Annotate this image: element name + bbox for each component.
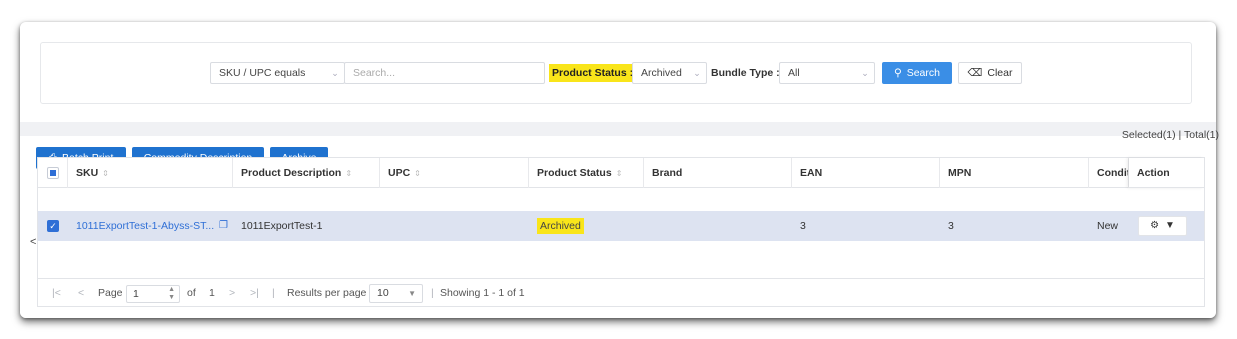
pagination-bar: |< < Page 1 ▲ ▼ of 1 > >| | Results per p… [38, 278, 1204, 307]
selection-summary: Selected(1) | Total(1) [1121, 129, 1219, 141]
column-label-ean: EAN [800, 167, 823, 179]
brand-cell [644, 211, 792, 241]
last-page-icon[interactable]: >| [250, 279, 259, 308]
column-header-brand[interactable]: Brand [644, 158, 792, 188]
column-header-upc[interactable]: UPC ⇕ [380, 158, 529, 188]
column-header-ean[interactable]: EAN [792, 158, 940, 188]
product-status-value: Archived [641, 67, 682, 79]
scroll-left-icon[interactable]: < [30, 236, 36, 248]
total-pages: 1 [209, 287, 215, 299]
table-row[interactable]: ✓ 1011ExportTest-1-Abyss-ST... ❐ 1011Exp… [38, 211, 1204, 241]
action-menu-button[interactable]: ⚙ ▼ [1138, 216, 1187, 236]
sku-filter-select[interactable]: SKU / UPC equals ⌄ [210, 62, 345, 84]
filter-panel: SKU / UPC equals ⌄ Search... Product Sta… [20, 22, 1216, 122]
action-cell: ⚙ ▼ [1129, 211, 1204, 241]
divider: | [431, 287, 434, 299]
page-label: Page [98, 287, 123, 299]
column-label-upc: UPC [388, 167, 411, 179]
chevron-down-icon: ⌄ [861, 67, 869, 78]
upc-cell [380, 211, 529, 241]
column-header-product-status[interactable]: Product Status ⇕ [529, 158, 644, 188]
chevron-down-icon: ⌄ [331, 67, 339, 78]
caret-down-icon: ▼ [408, 289, 416, 298]
product-status-label: Product Status : [549, 64, 637, 82]
row-select-cell: ✓ [38, 211, 68, 241]
results-per-page-value: 10 [377, 287, 389, 299]
bundle-type-label: Bundle Type : [711, 67, 780, 79]
status-badge: Archived [537, 218, 584, 234]
column-label-product-status: Product Status [537, 167, 612, 179]
stepper-icon[interactable]: ▲ ▼ [168, 286, 175, 302]
indeterminate-icon [50, 170, 56, 176]
results-per-page-label: Results per page [287, 287, 367, 299]
sort-icon: ⇕ [615, 169, 623, 178]
bundle-type-value: All [788, 67, 800, 79]
column-header-condition[interactable]: Condition [1089, 158, 1129, 188]
page-number-value: 1 [133, 288, 139, 300]
column-label-product-description: Product Description [241, 167, 342, 179]
showing-summary: Showing 1 - 1 of 1 [440, 287, 525, 299]
product-status-select[interactable]: Archived ⌄ [632, 62, 707, 84]
clear-button-label: Clear [987, 67, 1013, 79]
bundle-type-select[interactable]: All ⌄ [779, 62, 875, 84]
sku-filter-select-value: SKU / UPC equals [219, 67, 306, 79]
product-description-cell: 1011ExportTest-1 [241, 220, 323, 232]
search-icon: ⚲ [894, 67, 902, 79]
header-select-cell [38, 158, 68, 188]
product-status-cell: Archived [529, 211, 644, 241]
sort-icon: ⇕ [102, 169, 109, 178]
search-placeholder: Search... [353, 67, 396, 79]
select-all-checkbox[interactable] [47, 167, 59, 179]
first-page-icon[interactable]: |< [52, 279, 61, 308]
search-button[interactable]: ⚲ Search [882, 62, 952, 84]
column-label-sku: SKU [76, 167, 99, 179]
copy-icon[interactable]: ❐ [219, 211, 228, 241]
sort-icon: ⇕ [345, 169, 353, 178]
search-input[interactable]: Search... [344, 62, 545, 84]
column-header-sku[interactable]: SKU ⇕ [68, 158, 233, 188]
divider: | [272, 287, 275, 299]
column-label-brand: Brand [652, 167, 683, 179]
column-header-mpn[interactable]: MPN [940, 158, 1089, 188]
column-header-action: Action [1129, 158, 1204, 188]
product-table: SKU ⇕ Product Description ⇕ UPC ⇕ Product S… [37, 157, 1205, 307]
clear-button[interactable]: ⌫ Clear [958, 62, 1022, 84]
sku-link[interactable]: 1011ExportTest-1-Abyss-ST... ❐ [68, 211, 233, 241]
table-header: SKU ⇕ Product Description ⇕ UPC ⇕ Product S… [38, 158, 1204, 188]
of-label: of [187, 287, 196, 299]
mpn-cell: 3 [948, 220, 954, 232]
ean-cell: 3 [800, 220, 806, 232]
column-label-mpn: MPN [948, 167, 972, 179]
row-checkbox[interactable]: ✓ [47, 220, 59, 232]
next-page-icon[interactable]: > [229, 279, 235, 308]
page-number-input[interactable]: 1 ▲ ▼ [126, 285, 180, 303]
sku-value: 1011ExportTest-1-Abyss-ST... [76, 220, 215, 232]
column-label-action: Action [1137, 167, 1170, 179]
column-label-condition: Condition [1097, 167, 1128, 179]
clear-icon: ⌫ [967, 67, 983, 79]
condition-cell: New [1097, 220, 1119, 232]
gear-icon: ⚙ [1150, 220, 1160, 231]
prev-page-icon[interactable]: < [78, 279, 84, 308]
results-per-page-select[interactable]: 10 ▼ [369, 284, 423, 303]
column-header-product-description[interactable]: Product Description ⇕ [233, 158, 380, 188]
sort-icon: ⇕ [414, 169, 421, 178]
search-button-label: Search [906, 67, 940, 79]
chevron-down-icon: ⌄ [693, 67, 701, 78]
caret-down-icon: ▼ [1165, 220, 1175, 231]
